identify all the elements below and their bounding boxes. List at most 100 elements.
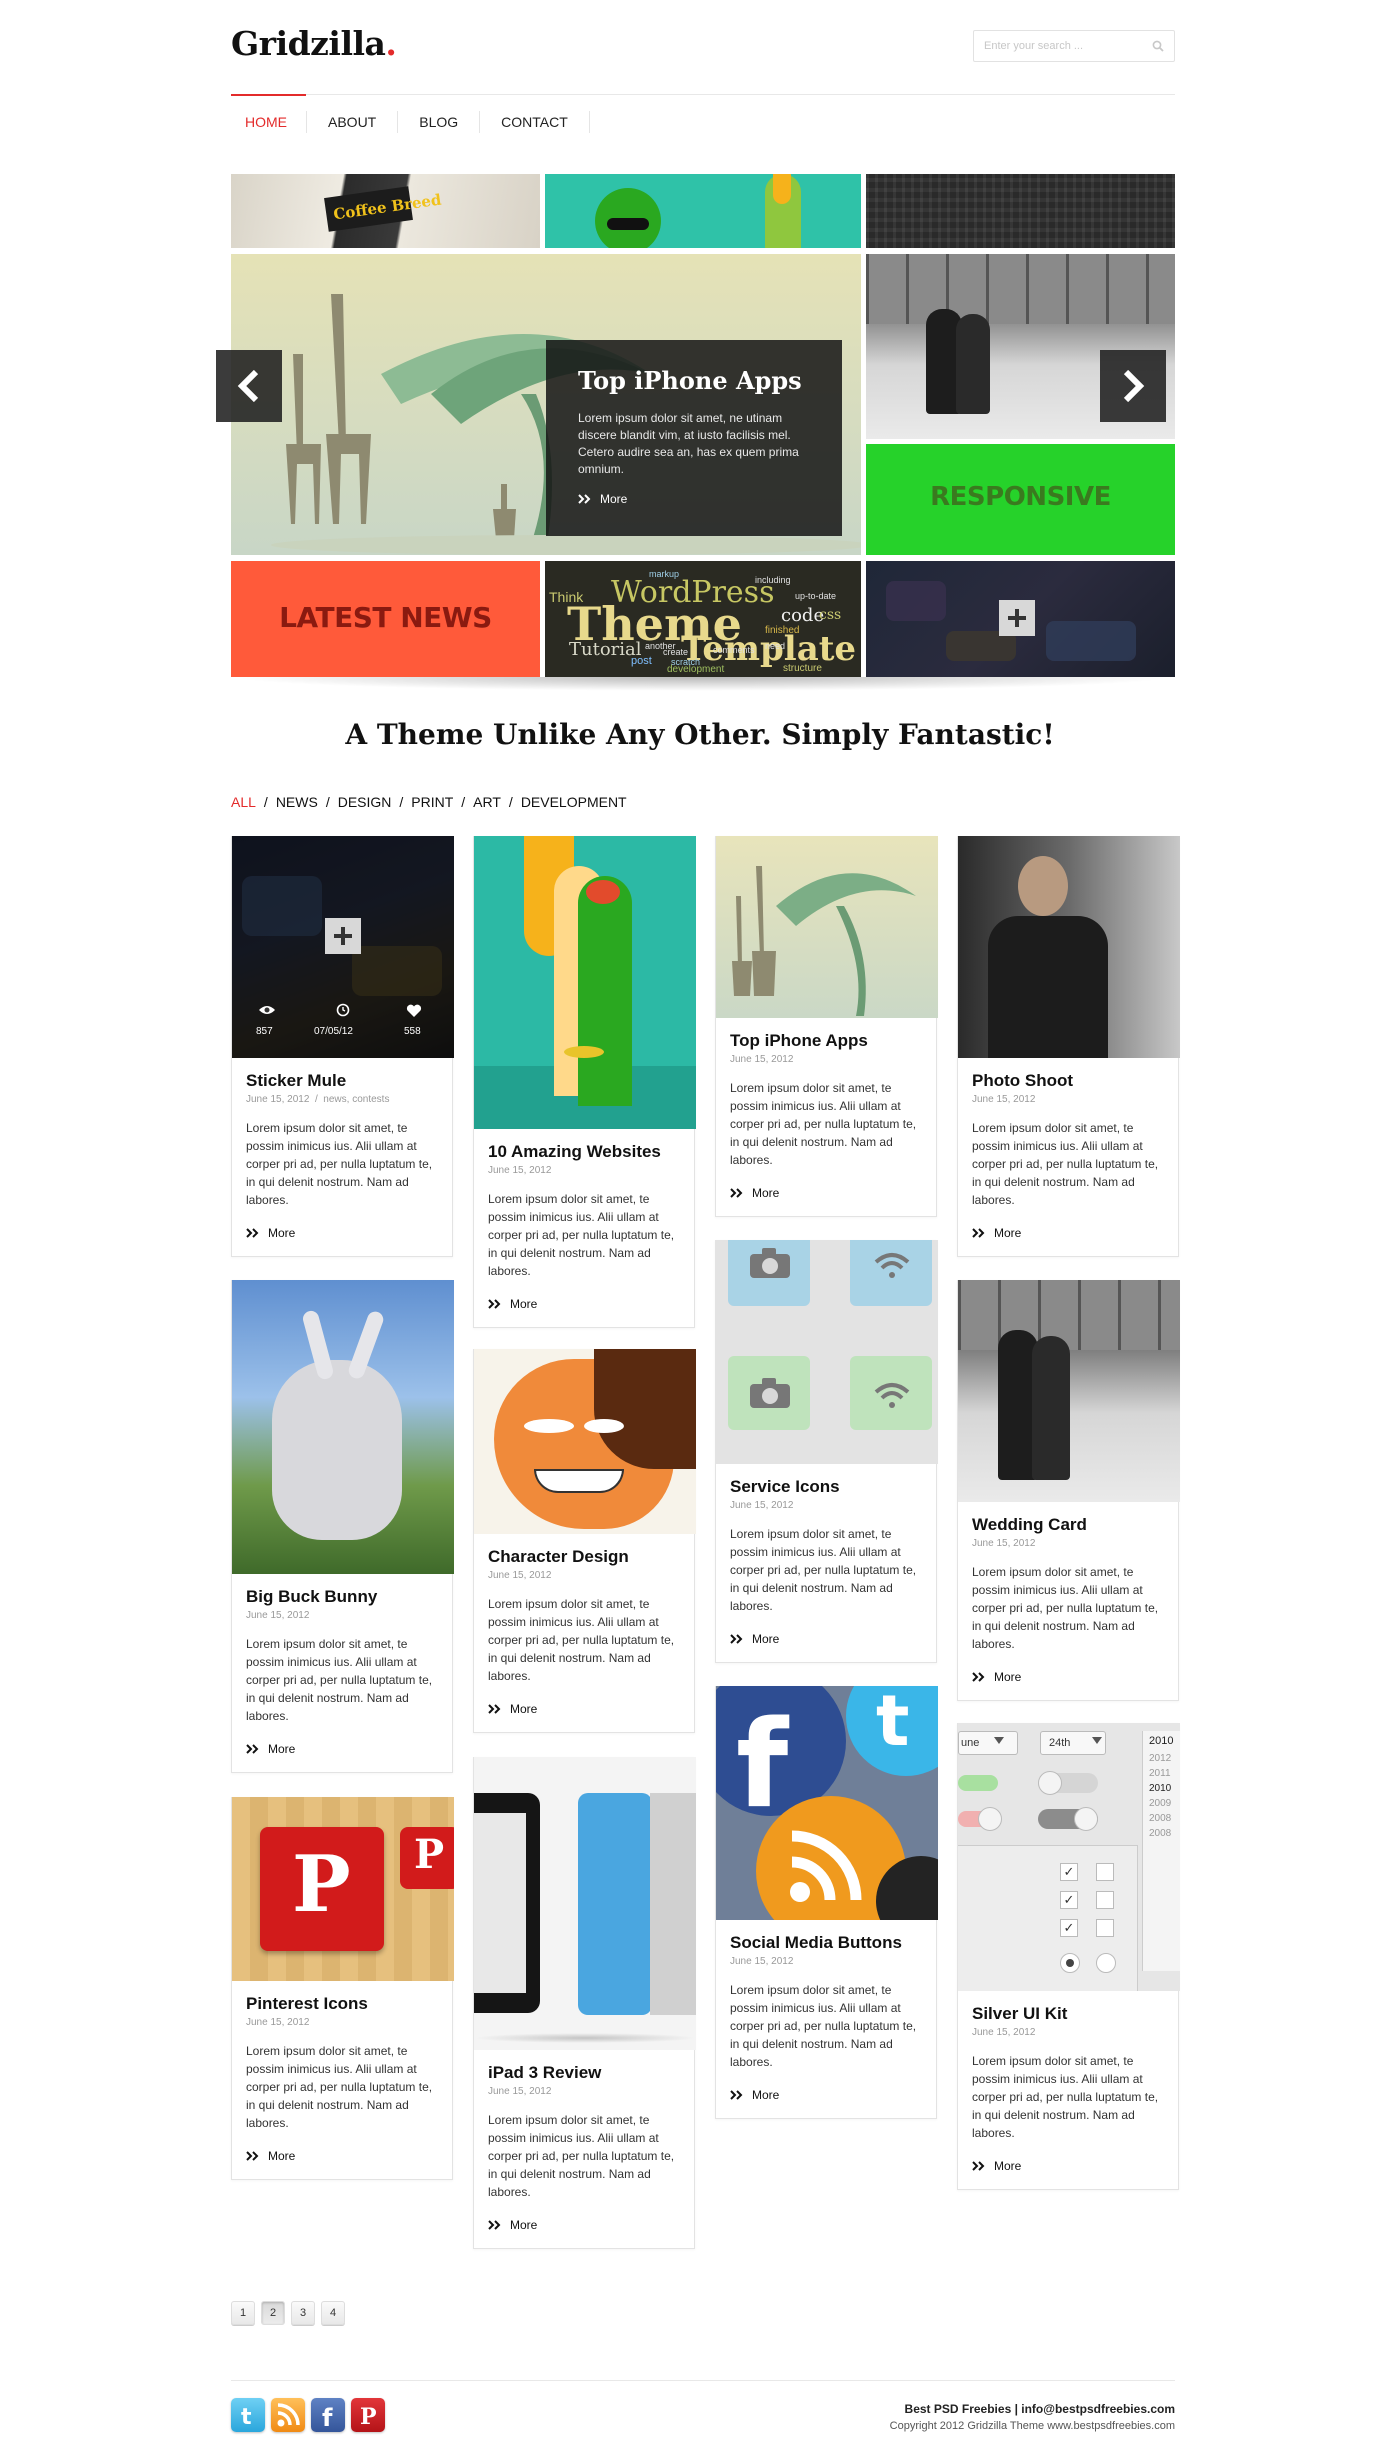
filter-print[interactable]: PRINT bbox=[411, 794, 453, 810]
page-3[interactable]: 3 bbox=[291, 2301, 315, 2325]
card-more-link[interactable]: More bbox=[972, 1670, 1164, 1684]
card-title[interactable]: Top iPhone Apps bbox=[730, 1031, 922, 1051]
month-select[interactable]: une bbox=[958, 1731, 1018, 1755]
card-silver-ui-kit[interactable]: une 24th 2010 2012 2011 2010 2009 2008 2… bbox=[957, 1723, 1180, 2190]
card-title[interactable]: Character Design bbox=[488, 1547, 680, 1567]
radio-button[interactable] bbox=[1060, 1953, 1080, 1973]
page-2[interactable]: 2 bbox=[261, 2301, 285, 2325]
search-input[interactable] bbox=[974, 31, 1134, 61]
year-option[interactable]: 2009 bbox=[1143, 1796, 1180, 1811]
card-more-link[interactable]: More bbox=[730, 2088, 922, 2102]
card-tags[interactable]: news, contests bbox=[323, 1094, 389, 1105]
search-icon[interactable] bbox=[1152, 40, 1164, 52]
card-title[interactable]: Social Media Buttons bbox=[730, 1933, 922, 1953]
tile-latest-news[interactable]: LATEST NEWS bbox=[231, 561, 540, 677]
facebook-icon[interactable]: f bbox=[311, 2398, 345, 2432]
year-option[interactable]: 2010 bbox=[1143, 1731, 1180, 1751]
slide-more-link[interactable]: More bbox=[578, 492, 810, 506]
twitter-icon[interactable]: t bbox=[231, 2398, 265, 2432]
year-list[interactable]: 2010 2012 2011 2010 2009 2008 2008 bbox=[1142, 1731, 1180, 1971]
slider-next-button[interactable] bbox=[1100, 350, 1166, 422]
card-more-link[interactable]: More bbox=[246, 1742, 438, 1756]
plus-icon[interactable] bbox=[999, 600, 1035, 636]
card-more-link[interactable]: More bbox=[730, 1186, 922, 1200]
tile-green-creature[interactable] bbox=[545, 174, 861, 248]
filter-news[interactable]: NEWS bbox=[276, 794, 318, 810]
card-more-link[interactable]: More bbox=[246, 2149, 438, 2163]
card-title[interactable]: iPad 3 Review bbox=[488, 2063, 680, 2083]
pagination: 1 2 3 4 bbox=[231, 2301, 345, 2325]
year-option[interactable]: 2008 bbox=[1143, 1811, 1180, 1826]
pinterest-icon[interactable]: P bbox=[351, 2398, 385, 2432]
card-image: P P bbox=[232, 1797, 454, 1981]
radio-button[interactable] bbox=[1096, 1953, 1116, 1973]
filter-separator: / bbox=[263, 794, 268, 810]
card-photo-shoot[interactable]: Photo Shoot June 15, 2012 Lorem ipsum do… bbox=[957, 836, 1180, 1257]
card-pinterest-icons[interactable]: P P Pinterest Icons June 15, 2012 Lorem … bbox=[231, 1797, 454, 2180]
double-chevron-icon bbox=[246, 1744, 259, 1754]
checkbox[interactable]: ✓ bbox=[1060, 1919, 1078, 1937]
year-option[interactable]: 2012 bbox=[1143, 1751, 1180, 1766]
card-image: f t bbox=[716, 1686, 938, 1920]
card-more-link[interactable]: More bbox=[488, 2218, 680, 2232]
card-more-link[interactable]: More bbox=[488, 1297, 680, 1311]
year-option[interactable]: 2010 bbox=[1143, 1781, 1180, 1796]
checkbox[interactable] bbox=[1096, 1919, 1114, 1937]
slider-prev-button[interactable] bbox=[216, 350, 282, 422]
card-title[interactable]: Big Buck Bunny bbox=[246, 1587, 438, 1607]
card-wedding-card[interactable]: Wedding Card June 15, 2012 Lorem ipsum d… bbox=[957, 1280, 1180, 1701]
checkbox[interactable]: ✓ bbox=[1060, 1863, 1078, 1881]
tile-stickers[interactable] bbox=[866, 561, 1175, 677]
card-title[interactable]: Wedding Card bbox=[972, 1515, 1164, 1535]
card-more-link[interactable]: More bbox=[730, 1632, 922, 1646]
filter-development[interactable]: DEVELOPMENT bbox=[521, 794, 627, 810]
card-big-buck-bunny[interactable]: Big Buck Bunny June 15, 2012 Lorem ipsum… bbox=[231, 1280, 454, 1773]
slider-shadow bbox=[231, 677, 1175, 691]
card-title[interactable]: Silver UI Kit bbox=[972, 2004, 1164, 2024]
card-title[interactable]: Service Icons bbox=[730, 1477, 922, 1497]
card-image: une 24th 2010 2012 2011 2010 2009 2008 2… bbox=[958, 1723, 1180, 1991]
card-character-design[interactable]: Character Design June 15, 2012 Lorem ips… bbox=[473, 1349, 696, 1733]
year-option[interactable]: 2011 bbox=[1143, 1766, 1180, 1781]
filter-all[interactable]: ALL bbox=[231, 794, 256, 810]
card-more-link[interactable]: More bbox=[972, 2159, 1164, 2173]
page-1[interactable]: 1 bbox=[231, 2301, 255, 2325]
nav-home[interactable]: HOME bbox=[231, 94, 306, 150]
card-image bbox=[474, 1757, 696, 2050]
card-social-media-buttons[interactable]: f t Social Media Buttons June 15, 2012 L… bbox=[715, 1686, 938, 2119]
card-more-link[interactable]: More bbox=[972, 1226, 1164, 1240]
rss-icon[interactable] bbox=[271, 2398, 305, 2432]
nav-about[interactable]: ABOUT bbox=[307, 94, 397, 150]
plus-icon[interactable] bbox=[325, 918, 361, 954]
card-more-link[interactable]: More bbox=[488, 1702, 680, 1716]
footer-contact[interactable]: Best PSD Freebies | info@bestpsdfreebies… bbox=[890, 2402, 1175, 2416]
filter-separator: / bbox=[508, 794, 513, 810]
card-title[interactable]: Sticker Mule bbox=[246, 1071, 438, 1091]
page-4[interactable]: 4 bbox=[321, 2301, 345, 2325]
nav-blog[interactable]: BLOG bbox=[398, 94, 479, 150]
clock-icon bbox=[336, 1003, 350, 1017]
card-excerpt: Lorem ipsum dolor sit amet, te possim in… bbox=[246, 1121, 433, 1207]
nav-contact[interactable]: CONTACT bbox=[480, 94, 589, 150]
card-more-link[interactable]: More bbox=[246, 1226, 438, 1240]
card-title[interactable]: Photo Shoot bbox=[972, 1071, 1164, 1091]
card-ipad-3-review[interactable]: iPad 3 Review June 15, 2012 Lorem ipsum … bbox=[473, 1757, 696, 2249]
filter-bar: ALL / NEWS / DESIGN / PRINT / ART / DEVELOPME… bbox=[231, 794, 627, 810]
card-title[interactable]: 10 Amazing Websites bbox=[488, 1142, 680, 1162]
logo[interactable]: Gridzilla. bbox=[231, 24, 397, 63]
card-title[interactable]: Pinterest Icons bbox=[246, 1994, 438, 2014]
filter-design[interactable]: DESIGN bbox=[338, 794, 392, 810]
tile-responsive[interactable]: RESPONSIVE bbox=[866, 444, 1175, 555]
tile-business-cards[interactable]: Coffee Breed bbox=[231, 174, 540, 248]
filter-art[interactable]: ART bbox=[473, 794, 501, 810]
checkbox[interactable] bbox=[1096, 1863, 1114, 1881]
card-service-icons[interactable]: Service Icons June 15, 2012 Lorem ipsum … bbox=[715, 1240, 938, 1663]
card-top-iphone-apps[interactable]: Top iPhone Apps June 15, 2012 Lorem ipsu… bbox=[715, 836, 938, 1217]
card-sticker-mule[interactable]: 857 07/05/12 558 Sticker Mule June 15, 2… bbox=[231, 836, 454, 1257]
tile-dark-texture[interactable] bbox=[866, 174, 1175, 248]
card-10-amazing-websites[interactable]: 10 Amazing Websites June 15, 2012 Lorem … bbox=[473, 836, 696, 1328]
checkbox[interactable]: ✓ bbox=[1060, 1891, 1078, 1909]
tile-word-cloud[interactable]: WordPress Theme Template Tutorial code c… bbox=[545, 561, 861, 677]
checkbox[interactable] bbox=[1096, 1891, 1114, 1909]
year-option[interactable]: 2008 bbox=[1143, 1826, 1180, 1841]
